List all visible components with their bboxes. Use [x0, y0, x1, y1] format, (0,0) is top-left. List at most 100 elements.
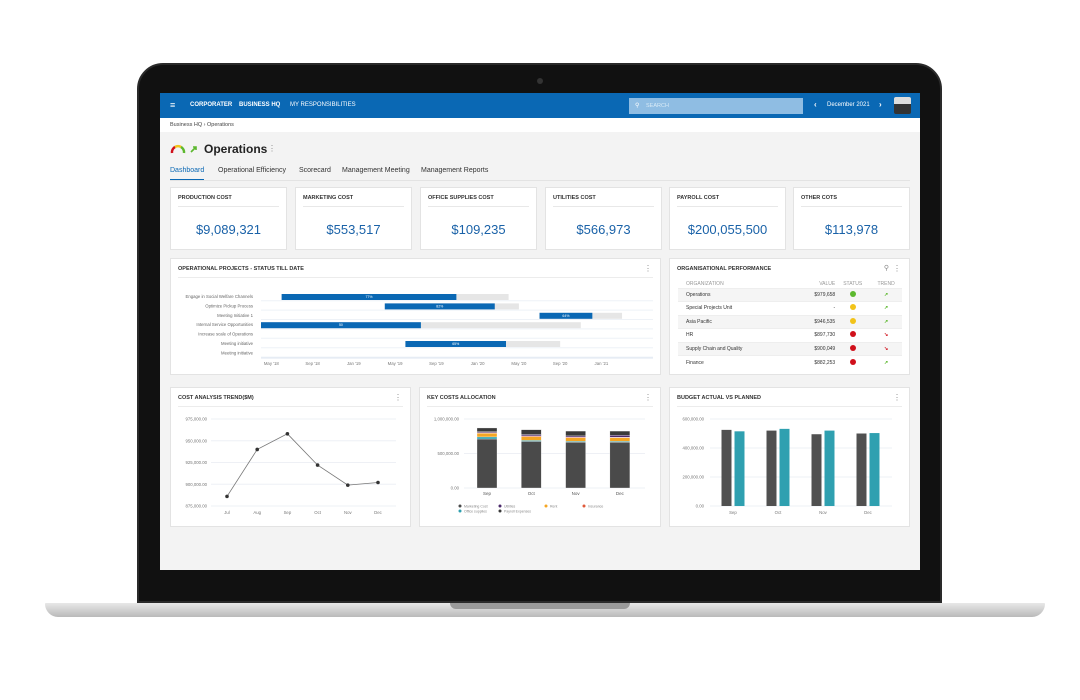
more-icon[interactable]: ⋮ [268, 144, 276, 153]
actual-bar[interactable] [766, 430, 777, 506]
tab-scorecard[interactable]: Scorecard [299, 167, 331, 179]
stack-segment[interactable] [609, 430, 631, 436]
stacked-bar-chart: 0.00 500,000.00 1,000,000.00 Sep Oct Nov Dec Ma… [434, 417, 645, 513]
stack-segment[interactable] [521, 434, 542, 437]
stack-segment[interactable] [476, 427, 498, 432]
kpi-card[interactable]: MARKETING COST $553,517 [295, 187, 412, 250]
stack-segment[interactable] [476, 432, 498, 438]
legend-label[interactable]: Utilities [504, 504, 516, 508]
org-value: $946,535 [796, 314, 836, 329]
table-row[interactable]: HR $897,730 ↘ [678, 328, 902, 342]
data-point[interactable] [285, 431, 290, 436]
table-row[interactable]: Supply Chain and Quality $900,049 ↘ [678, 341, 902, 356]
camera [537, 78, 543, 84]
kpi-value: $566,973 [576, 222, 631, 237]
kpi-label: UTILITIES COST [553, 195, 596, 201]
stack-segment[interactable] [521, 436, 542, 441]
stack-segment[interactable] [476, 436, 498, 440]
data-point[interactable] [225, 494, 229, 499]
kpi-label: OFFICE SUPPLIES COST [428, 195, 494, 201]
next-period-button[interactable]: › [879, 100, 882, 109]
panel-menu-icon[interactable]: ⋮ [893, 264, 901, 273]
kpi-card[interactable]: UTILITIES COST $566,973 [545, 187, 662, 250]
org-value: $897,730 [796, 328, 836, 342]
actual-bar[interactable] [721, 429, 732, 506]
kpi-label: OTHER COTS [801, 195, 838, 201]
legend-label[interactable]: Payroll Expenses [504, 509, 531, 513]
logo[interactable]: CORPORATER [190, 102, 232, 108]
kpi-card[interactable]: OTHER COTS $113,978 [793, 187, 910, 250]
stack-segment[interactable] [521, 441, 542, 489]
kpi-value: $109,235 [451, 222, 506, 237]
trend-down-icon: ↘ [870, 341, 902, 356]
menu-icon[interactable]: ≡ [170, 100, 175, 110]
tab-management-reports[interactable]: Management Reports [421, 167, 488, 179]
y-tick-label: 600,000.00 [682, 417, 704, 422]
actual-bar[interactable] [811, 434, 822, 506]
stack-segment[interactable] [609, 435, 631, 438]
kpi-divider [677, 206, 778, 207]
stack-segment[interactable] [565, 437, 586, 442]
x-tick-label: May '19 [388, 361, 404, 366]
org-value: $882,253 [796, 355, 836, 369]
legend-label[interactable]: Marketing Cost [464, 504, 488, 508]
data-point[interactable] [255, 447, 259, 452]
tab-divider [170, 180, 910, 181]
y-tick-label: 950,000.00 [185, 438, 207, 443]
legend-swatch [582, 504, 586, 508]
planned-bar[interactable] [734, 431, 745, 506]
stack-segment[interactable] [565, 430, 586, 437]
stack-segment[interactable] [476, 438, 498, 489]
nav-business-hq[interactable]: BUSINESS HQ [239, 102, 280, 108]
prev-period-button[interactable]: ‹ [814, 100, 817, 109]
kpi-card[interactable]: PAYROLL COST $200,055,500 [669, 187, 786, 250]
table-row[interactable]: Special Projects Unit - ↗ [678, 301, 902, 315]
org-value: - [796, 301, 836, 315]
tab-operational-efficiency[interactable]: Operational Efficiency [218, 167, 286, 179]
trend-up-icon: ↗ [870, 314, 902, 329]
actual-bar[interactable] [856, 433, 867, 507]
line-chart: 875,000.00 900,000.00 925,000.00 950,000.00… [185, 417, 396, 515]
legend-label[interactable]: Office supplies [464, 509, 487, 513]
trend-up-icon: ↗ [870, 287, 902, 302]
task-progress-label: 82% [436, 304, 443, 308]
kpi-card[interactable]: OFFICE SUPPLIES COST $109,235 [420, 187, 537, 250]
legend-label[interactable]: Rent [550, 504, 557, 508]
x-tick-label: Sep [483, 491, 492, 496]
status-dot-icon [849, 358, 856, 365]
kpi-divider [428, 206, 529, 207]
table-row[interactable]: Asia Pacific $946,535 ↗ [678, 314, 902, 329]
kpi-card[interactable]: PRODUCTION COST $9,089,321 [170, 187, 287, 250]
data-point[interactable] [315, 463, 320, 467]
stack-segment[interactable] [521, 429, 542, 435]
stack-segment[interactable] [521, 440, 542, 442]
status-dot-icon [849, 290, 856, 297]
legend-swatch [498, 509, 502, 513]
x-tick-label: Jan '20 [471, 361, 485, 366]
search-input[interactable]: ⚲ SEARCH [629, 98, 803, 114]
planned-bar[interactable] [779, 428, 790, 506]
search-icon[interactable]: ⚲ [884, 264, 889, 272]
task-progress-label: 50 [339, 323, 343, 327]
avatar[interactable] [894, 97, 911, 114]
tab-dashboard[interactable]: Dashboard [170, 167, 205, 180]
task-label: Internal Service Opportunities [196, 322, 253, 327]
stack-segment[interactable] [565, 435, 586, 438]
x-tick-label: Sep '20 [553, 361, 568, 366]
stack-segment[interactable] [609, 441, 631, 489]
breadcrumb-business-hq[interactable]: Business HQ [170, 122, 202, 128]
data-point[interactable] [346, 483, 350, 487]
panel-title: ORGANISATIONAL PERFORMANCE [677, 266, 772, 272]
tab-management-meeting[interactable]: Management Meeting [342, 167, 410, 179]
period-label: December 2021 [827, 102, 870, 108]
legend-label[interactable]: Insurance [588, 504, 603, 508]
table-row[interactable]: Finance $882,253 ↗ [678, 355, 902, 369]
stack-segment[interactable] [609, 437, 631, 442]
nav-my-responsibilities[interactable]: MY RESPONSIBILITIES [290, 102, 356, 108]
planned-bar[interactable] [869, 433, 880, 506]
stack-segment[interactable] [565, 441, 586, 489]
table-row[interactable]: Operations $979,658 ↗ [678, 287, 902, 302]
data-point[interactable] [376, 480, 380, 485]
status-dot-icon [849, 304, 856, 311]
planned-bar[interactable] [824, 430, 835, 506]
